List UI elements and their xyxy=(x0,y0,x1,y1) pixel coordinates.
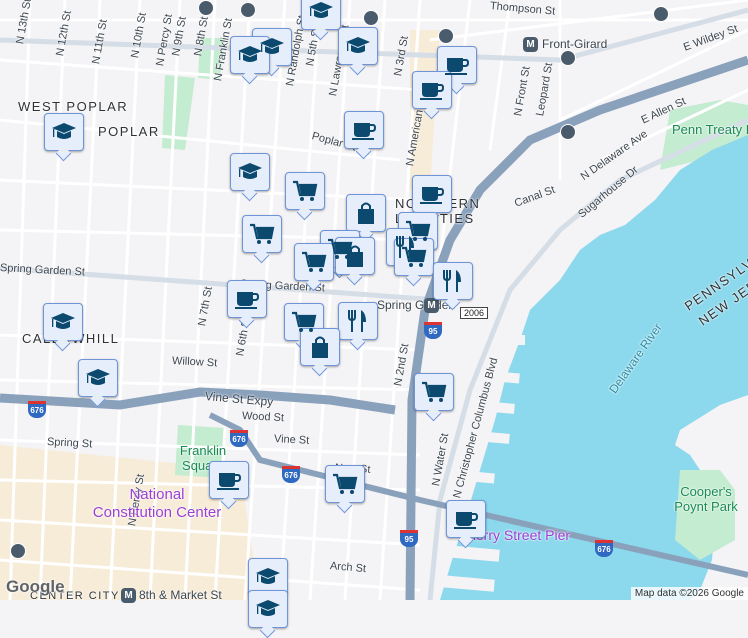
tram-stop-icon[interactable] xyxy=(363,10,379,26)
interstate-shield: 95 xyxy=(424,322,442,339)
street-label: Spring St xyxy=(46,436,93,451)
shopping-cart-icon xyxy=(291,180,318,203)
metro-icon[interactable]: M xyxy=(121,588,136,603)
cafe-marker[interactable] xyxy=(227,280,267,318)
cafe-marker[interactable] xyxy=(412,175,452,213)
graduation-cap-icon xyxy=(256,600,280,616)
park-label: Cooper's Poynt Park xyxy=(674,484,738,514)
grocery-marker[interactable] xyxy=(242,215,282,253)
interstate-shield: 95 xyxy=(400,530,418,547)
coffee-cup-icon xyxy=(216,472,241,491)
coffee-cup-icon xyxy=(419,186,444,205)
interstate-shield: 676 xyxy=(28,401,46,418)
graduation-cap-icon xyxy=(256,568,280,584)
park-label: Penn Treaty Park xyxy=(672,122,748,137)
school-marker[interactable] xyxy=(78,359,118,397)
street-label: Willow St xyxy=(171,355,218,370)
shopping-bag-icon xyxy=(311,336,329,359)
shopping-bag-icon xyxy=(346,245,364,268)
route-label: 2006 xyxy=(460,307,489,319)
tram-stop-icon[interactable] xyxy=(560,124,576,140)
shopping-cart-icon xyxy=(400,246,427,269)
graduation-cap-icon xyxy=(86,369,110,385)
shopping-cart-icon xyxy=(248,223,275,246)
school-marker[interactable] xyxy=(43,303,83,341)
map-attribution[interactable]: Map data ©2026 Google xyxy=(630,587,748,600)
graduation-cap-icon xyxy=(309,2,333,18)
area-label: POPLAR xyxy=(98,124,160,139)
tram-stop-icon[interactable] xyxy=(198,0,214,16)
shopping-cart-icon xyxy=(300,251,327,274)
station-label[interactable]: Spring Garden xyxy=(377,298,455,312)
tram-stop-icon[interactable] xyxy=(653,6,669,22)
shopping-cart-icon xyxy=(331,473,358,496)
tram-stop-icon[interactable] xyxy=(240,2,256,18)
restaurant-icon xyxy=(348,309,367,333)
metro-icon[interactable]: M xyxy=(424,298,439,313)
grocery-marker[interactable] xyxy=(285,172,325,210)
graduation-cap-icon xyxy=(346,37,370,53)
graduation-cap-icon xyxy=(51,313,75,329)
coffee-cup-icon xyxy=(453,511,478,530)
grocery-marker[interactable] xyxy=(414,373,454,411)
poi-national-constitution-center[interactable]: National Constitution Center xyxy=(92,486,222,522)
cafe-marker[interactable] xyxy=(446,500,486,538)
restaurant-icon xyxy=(443,269,462,293)
street-label: Vine St xyxy=(273,433,310,447)
shopping-cart-icon xyxy=(420,381,447,404)
shopping-bag-icon xyxy=(357,202,375,225)
cafe-marker[interactable] xyxy=(209,461,249,499)
school-marker[interactable] xyxy=(230,153,270,191)
shop-marker[interactable] xyxy=(335,237,375,275)
coffee-cup-icon xyxy=(444,57,469,76)
shop-marker[interactable] xyxy=(300,328,340,366)
tram-stop-icon[interactable] xyxy=(560,50,576,66)
area-label: WEST POPLAR xyxy=(18,99,129,114)
coffee-cup-icon xyxy=(351,122,376,141)
shop-marker[interactable] xyxy=(346,194,386,232)
graduation-cap-icon xyxy=(52,123,76,139)
school-marker[interactable] xyxy=(44,113,84,151)
restaurant-marker[interactable] xyxy=(433,262,473,300)
graduation-cap-icon xyxy=(238,163,262,179)
school-marker[interactable] xyxy=(338,27,378,65)
tram-stop-icon[interactable] xyxy=(438,28,454,44)
train-station-icon[interactable] xyxy=(10,543,26,559)
interstate-shield: 676 xyxy=(230,430,248,447)
grocery-marker[interactable] xyxy=(325,465,365,503)
street-label: Wood St xyxy=(241,410,285,425)
coffee-cup-icon xyxy=(234,291,259,310)
shopping-cart-icon xyxy=(290,311,317,334)
graduation-cap-icon xyxy=(238,46,262,62)
school-marker[interactable] xyxy=(248,590,288,628)
interstate-shield: 676 xyxy=(595,540,613,557)
restaurant-marker[interactable] xyxy=(338,302,378,340)
cafe-marker[interactable] xyxy=(344,111,384,149)
google-logo[interactable]: Google xyxy=(6,577,65,597)
school-marker[interactable] xyxy=(301,0,341,30)
station-label[interactable]: Front-Girard xyxy=(542,37,607,51)
interstate-shield: 676 xyxy=(282,466,300,483)
coffee-cup-icon xyxy=(419,82,444,101)
metro-icon[interactable]: M xyxy=(523,37,538,52)
